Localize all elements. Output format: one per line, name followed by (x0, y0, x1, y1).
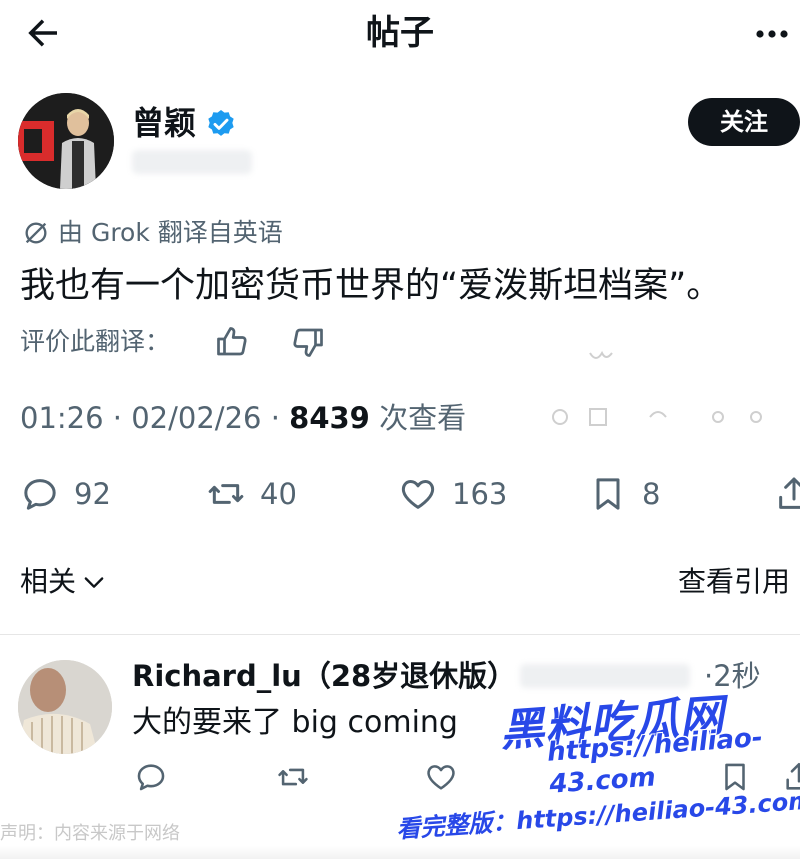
repost-button[interactable]: 40 (206, 474, 297, 514)
reply-reply-button[interactable] (134, 760, 168, 798)
source-disclaimer: 声明：内容来源于网络 (0, 823, 180, 844)
follow-button[interactable]: 关注 (688, 98, 800, 146)
share-icon (779, 477, 800, 509)
reply-count: 92 (74, 477, 111, 511)
share-button[interactable] (774, 474, 800, 514)
heart-icon (427, 765, 455, 790)
avatar[interactable] (18, 93, 114, 189)
reply-button[interactable]: 92 (20, 474, 111, 514)
reply-text: 大的要来了 big coming (132, 705, 458, 740)
next-reply-preview (0, 846, 800, 859)
author-name[interactable]: 曾颖 (132, 102, 196, 144)
translation-note-text: 由 Grok 翻译自英语 (58, 218, 283, 247)
repost-icon (208, 484, 244, 504)
related-dropdown[interactable]: 相关 (20, 562, 108, 602)
reply-repost-button[interactable] (276, 760, 310, 798)
rate-translation-label: 评价此翻译： (20, 327, 171, 356)
post-time: 01:26 (20, 401, 104, 435)
more-horizontal-icon[interactable] (752, 24, 792, 44)
post-date: 02/02/26 (131, 401, 262, 435)
repost-icon (278, 768, 308, 786)
view-quotes-link[interactable]: 查看引用 (678, 562, 790, 602)
page-title: 帖子 (366, 13, 434, 53)
bookmark-count: 8 (642, 477, 661, 511)
translation-note: 由 Grok 翻译自英语 (22, 216, 283, 250)
like-button[interactable]: 163 (398, 474, 507, 514)
heart-icon (401, 480, 435, 509)
reply-author-name[interactable]: Richard_lu（28岁退休版） (132, 656, 516, 696)
views-count: 8439 (289, 401, 370, 435)
thumbs-up-icon[interactable] (214, 324, 250, 360)
views-label: 次查看 (379, 401, 467, 435)
author-handle-redacted (132, 150, 252, 174)
bookmark-icon (596, 478, 620, 510)
translate-icon (25, 222, 47, 244)
post-meta: 01:26 · 02/02/26 · 8439 次查看 (20, 401, 467, 435)
related-label: 相关 (20, 565, 77, 598)
reply-like-button[interactable] (424, 760, 458, 798)
post-text: 我也有一个加密货币世界的“爱泼斯坦档案”。 (20, 266, 722, 306)
like-count: 163 (452, 477, 508, 511)
repost-count: 40 (260, 477, 297, 511)
chevron-down-icon (84, 577, 104, 588)
rate-translation: 评价此翻译： (20, 324, 326, 360)
faint-watermark (520, 345, 790, 435)
reply-handle-redacted (520, 664, 690, 688)
verified-badge-icon (205, 108, 237, 140)
reply-avatar[interactable] (18, 660, 112, 754)
reply-icon (137, 764, 165, 791)
bookmark-button[interactable]: 8 (588, 474, 660, 514)
reply-icon (24, 479, 56, 510)
divider (0, 634, 800, 635)
thumbs-down-icon[interactable] (290, 324, 326, 360)
